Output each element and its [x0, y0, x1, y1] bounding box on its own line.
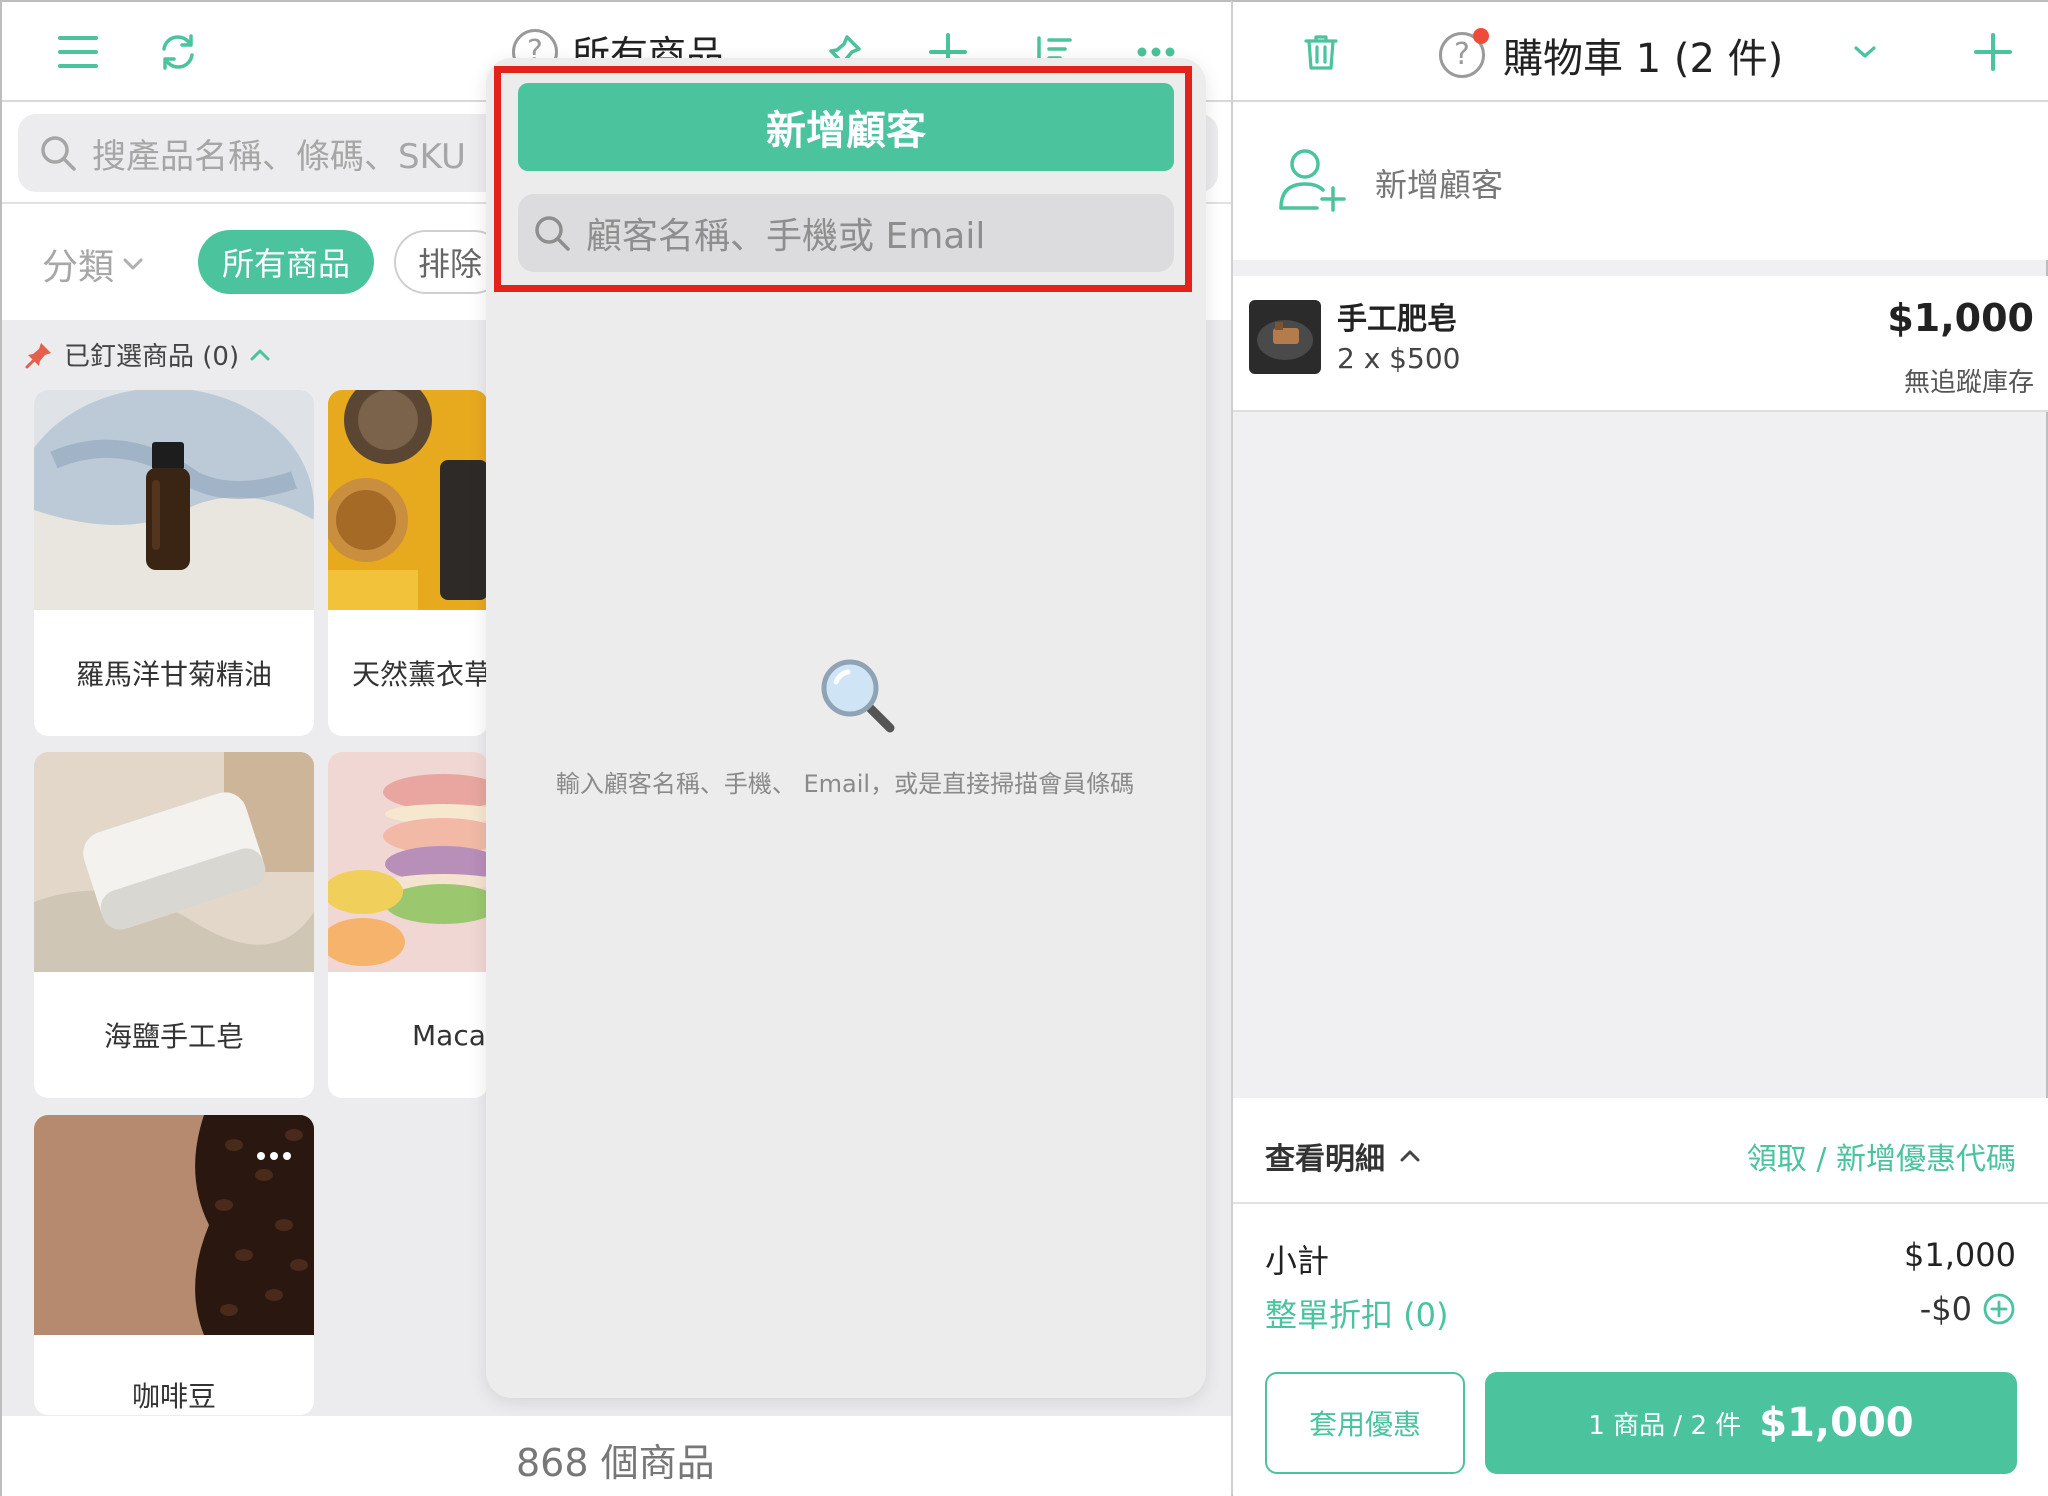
- product-footer: 868 個商品: [2, 1416, 1233, 1496]
- cart-header: ? 購物車 1 (2 件): [1233, 2, 2048, 102]
- category-label: 分類: [42, 247, 115, 288]
- menu-icon[interactable]: [50, 26, 106, 78]
- divider: [1233, 1202, 2048, 1204]
- product-search-placeholder: 搜產品名稱、條碼、SKU: [92, 136, 466, 177]
- plus-icon[interactable]: [1965, 26, 2021, 78]
- item-name: 手工肥皂: [1337, 302, 1457, 337]
- chevron-down-icon: [123, 258, 143, 270]
- cart-line-item[interactable]: 手工肥皂 2 x $500 $1,000 無追蹤庫存: [1233, 276, 2048, 412]
- customer-search-placeholder: 顧客名稱、手機或 Email: [586, 216, 986, 257]
- product-card[interactable]: 羅馬洋甘菊精油: [34, 390, 314, 736]
- item-thumbnail: [1249, 300, 1321, 374]
- coupon-code-link[interactable]: 領取 / 新增優惠代碼: [1747, 1134, 2016, 1178]
- more-icon[interactable]: [256, 1151, 292, 1161]
- pinned-label: 已釘選商品 (0): [64, 342, 240, 372]
- cart-title-group[interactable]: ? 購物車 1 (2 件): [1439, 26, 1783, 84]
- chevron-down-icon[interactable]: [1837, 26, 1893, 78]
- add-customer-row[interactable]: 新增顧客: [1233, 102, 2048, 260]
- product-image: [34, 752, 314, 972]
- add-customer-label: 新增顧客: [1375, 166, 1504, 204]
- cart-pane: ? 購物車 1 (2 件) 新增顧客 手工肥皂 2 x $500 $1,000 …: [1231, 0, 2048, 1496]
- cart-title: 購物車 1 (2 件): [1503, 36, 1784, 82]
- customer-search-input[interactable]: 顧客名稱、手機或 Email: [518, 194, 1174, 272]
- item-quantity: 2 x $500: [1337, 342, 1461, 375]
- product-card[interactable]: 咖啡豆: [34, 1115, 314, 1415]
- product-image: [328, 752, 488, 972]
- product-card[interactable]: 海鹽手工皂: [34, 752, 314, 1098]
- magnifier-icon: [818, 656, 898, 740]
- search-icon: [535, 216, 570, 251]
- trash-icon[interactable]: [1293, 26, 1349, 78]
- checkout-item-count: 1 商品 / 2 件: [1588, 1410, 1742, 1441]
- add-circle-icon[interactable]: [1982, 1292, 2016, 1326]
- product-image: [34, 1115, 314, 1335]
- subtotal-value: $1,000: [1904, 1236, 2016, 1274]
- subtotal-label: 小計: [1265, 1242, 1330, 1280]
- search-icon: [41, 136, 76, 171]
- add-customer-button[interactable]: 新增顧客: [518, 83, 1174, 171]
- product-name: Macar: [412, 1018, 488, 1052]
- add-user-icon: [1279, 149, 1346, 212]
- item-price: $1,000: [1887, 296, 2034, 340]
- product-name: 咖啡豆: [131, 1380, 216, 1413]
- pin-icon: [25, 342, 51, 368]
- refresh-icon[interactable]: [150, 26, 206, 78]
- product-name: 天然薰衣草: [352, 658, 488, 691]
- apply-discount-button[interactable]: 套用優惠: [1265, 1372, 1465, 1474]
- chevron-up-icon: [250, 349, 270, 360]
- help-icon[interactable]: ?: [1439, 28, 1489, 78]
- item-stock-status: 無追蹤庫存: [1903, 368, 2034, 398]
- product-count: 868 個商品: [516, 1441, 715, 1485]
- discount-amount: -$0: [1919, 1290, 1972, 1328]
- product-image: [328, 390, 488, 610]
- checkout-button[interactable]: 1 商品 / 2 件 $1,000: [1485, 1372, 2017, 1474]
- product-image: [34, 390, 314, 610]
- order-discount-value: -$0: [1920, 1290, 2016, 1328]
- order-summary: 查看明細 領取 / 新增優惠代碼 小計 $1,000 整單折扣 (0) -$0 …: [1233, 1098, 2048, 1496]
- empty-state-hint: 輸入顧客名稱、手機、 Email，或是直接掃描會員條碼: [555, 770, 1135, 798]
- checkout-amount: $1,000: [1759, 1400, 1914, 1446]
- product-card[interactable]: Macar: [328, 752, 488, 1098]
- order-discount-label[interactable]: 整單折扣 (0): [1265, 1290, 1449, 1336]
- product-name: 海鹽手工皂: [103, 1020, 244, 1053]
- filter-chip-all[interactable]: 所有商品: [198, 230, 375, 294]
- chevron-up-icon: [1400, 1150, 1420, 1162]
- view-details-toggle[interactable]: 查看明細: [1265, 1134, 1421, 1178]
- details-label: 查看明細: [1265, 1142, 1385, 1177]
- category-dropdown[interactable]: 分類: [42, 238, 144, 290]
- product-card[interactable]: 天然薰衣草: [328, 390, 488, 736]
- pinned-section-toggle[interactable]: 已釘選商品 (0): [24, 336, 271, 373]
- notification-dot: [1473, 28, 1489, 44]
- product-name: 羅馬洋甘菊精油: [75, 658, 272, 691]
